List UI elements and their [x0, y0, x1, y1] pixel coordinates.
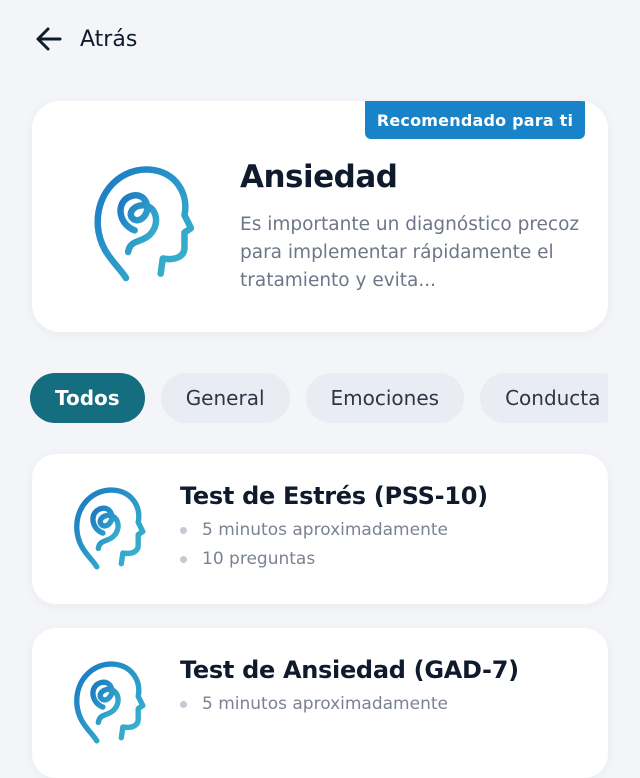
- head-logo-icon: [74, 487, 146, 570]
- duration-text: 5 minutos aproximadamente: [202, 520, 448, 540]
- head-logo-icon: [74, 661, 146, 744]
- test-questions: 10 preguntas: [180, 549, 315, 569]
- test-card-stress[interactable]: Test de Estrés (PSS-10) 5 minutos aproxi…: [32, 454, 608, 604]
- arrow-left-icon: [36, 27, 62, 51]
- filter-chip-todos[interactable]: Todos: [30, 373, 145, 423]
- test-card-anxiety[interactable]: Test de Ansiedad (GAD-7) 5 minutos aprox…: [32, 628, 608, 778]
- test-title: Test de Ansiedad (GAD-7): [180, 656, 519, 684]
- bullet-dot: [180, 555, 187, 563]
- filter-chip-general[interactable]: General: [160, 373, 290, 423]
- filter-chip-emociones[interactable]: Emociones: [305, 373, 465, 423]
- card-description: Es importante un diagnóstico precoz para…: [240, 214, 580, 291]
- bullet-dot: [180, 526, 187, 534]
- test-duration: 5 minutos aproximadamente: [180, 694, 448, 714]
- head-logo-icon: [94, 166, 194, 282]
- filter-tabs: Todos General Emociones Conducta: [30, 371, 608, 425]
- card-title: Ansiedad: [240, 159, 398, 195]
- duration-text: 5 minutos aproximadamente: [202, 694, 448, 714]
- recommended-card[interactable]: Recomendado para ti Ansiedad Es importan…: [32, 101, 608, 332]
- recommended-badge: Recomendado para ti: [365, 101, 585, 139]
- bullet-dot: [180, 700, 187, 708]
- test-title: Test de Estrés (PSS-10): [180, 482, 488, 510]
- back-button[interactable]: Atrás: [34, 24, 137, 54]
- filter-chip-conducta[interactable]: Conducta: [480, 373, 608, 423]
- test-duration: 5 minutos aproximadamente: [180, 520, 448, 540]
- questions-text: 10 preguntas: [202, 549, 316, 569]
- back-label: Atrás: [80, 26, 138, 52]
